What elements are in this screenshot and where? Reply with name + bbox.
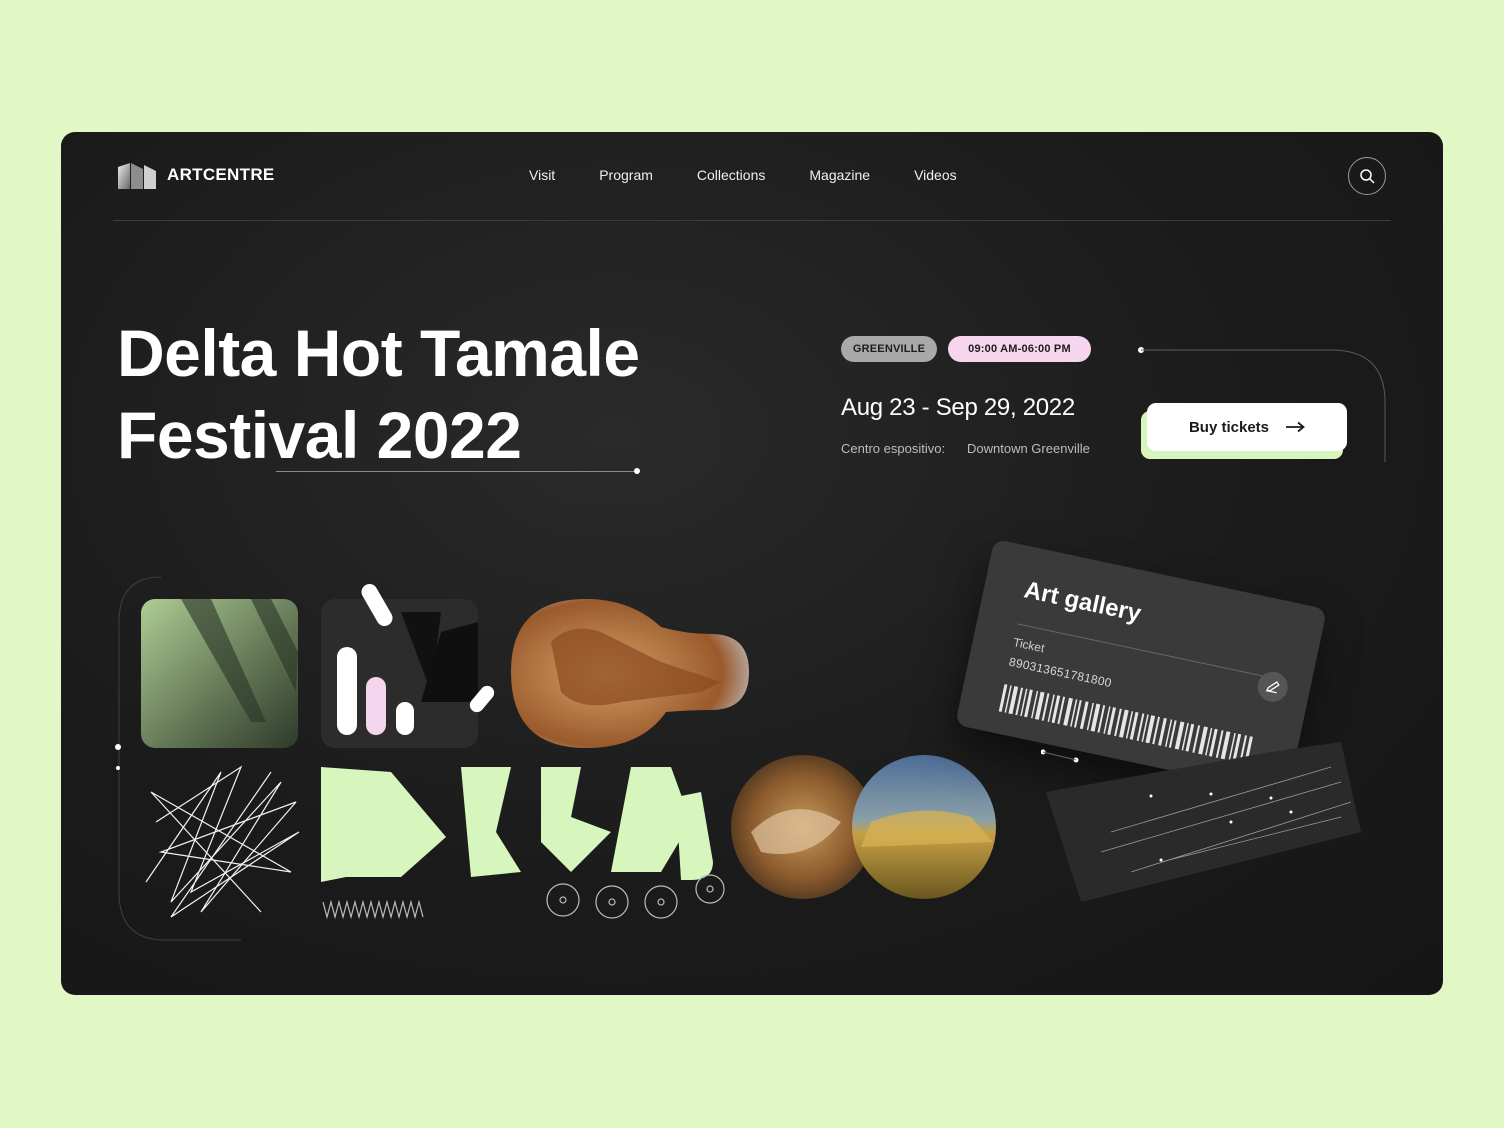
logo-icon[interactable]: [118, 163, 156, 189]
ticket-label: Ticket: [1011, 635, 1046, 656]
search-icon: [1360, 169, 1375, 184]
ticket-title: Art gallery: [1021, 576, 1144, 628]
buy-tickets-label: Buy tickets: [1188, 418, 1270, 436]
painting-circles: [731, 755, 996, 899]
edit-icon: [1265, 681, 1280, 694]
venue-label: Centro espositivo:: [841, 441, 946, 456]
nav-program[interactable]: Program: [599, 167, 653, 183]
buy-tickets-button[interactable]: Buy tickets: [1147, 403, 1347, 451]
scribble-tile: [145, 765, 300, 918]
hero-card: ARTCENTRE Visit Program Collections Maga…: [61, 132, 1443, 995]
zigzag-decoration: [322, 899, 424, 920]
nav-collections[interactable]: Collections: [697, 167, 765, 183]
nav-visit[interactable]: Visit: [529, 167, 555, 183]
event-dates: Aug 23 - Sep 29, 2022: [841, 394, 1075, 421]
art-collage: [115, 576, 749, 941]
nav-videos[interactable]: Videos: [914, 167, 957, 183]
city-badge: GREENVILLE: [841, 336, 937, 362]
search-button[interactable]: [1348, 157, 1386, 195]
main-nav: Visit Program Collections Magazine Video…: [529, 167, 1001, 183]
time-badge: 09:00 AM-06:00 PM: [948, 336, 1091, 362]
ticket-number: 890313651781800: [1007, 654, 1114, 691]
arrow-right-icon: [1286, 421, 1305, 433]
green-shapes: [321, 767, 713, 882]
title-line-1: Delta Hot Tamale: [117, 316, 640, 390]
title-underline-dot: [634, 468, 640, 474]
circle-decorations: [546, 874, 725, 919]
title-underline: [276, 471, 636, 472]
title-line-2: Festival 2022: [117, 398, 522, 472]
sparkle-shape: [1041, 742, 1361, 902]
venue-name: Downtown Greenville: [967, 441, 1090, 456]
nav-magazine[interactable]: Magazine: [809, 167, 870, 183]
header-divider: [113, 220, 1391, 221]
brand-name[interactable]: ARTCENTRE: [167, 165, 275, 185]
page-title: Delta Hot Tamale Festival 2022: [117, 312, 757, 476]
